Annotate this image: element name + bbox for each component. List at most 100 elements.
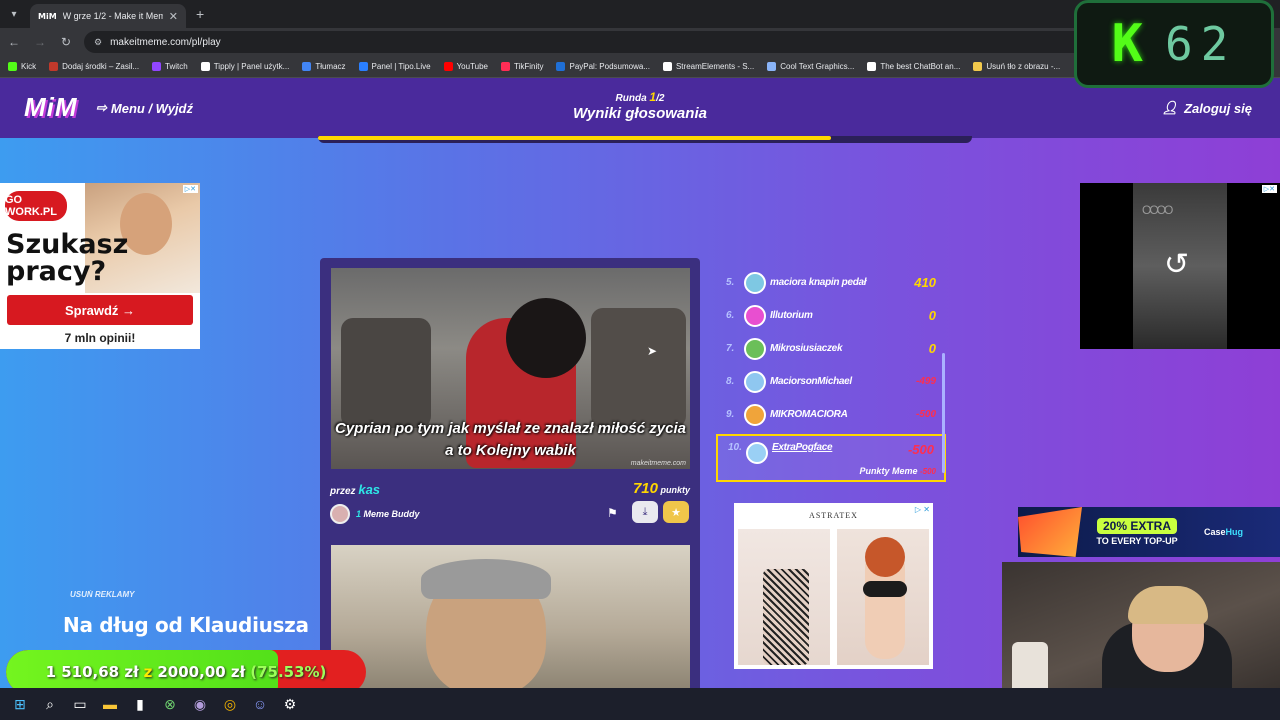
bookmark-label: Panel | Tipo.Live (371, 62, 431, 71)
ad-product-image (837, 529, 929, 665)
avatar (744, 304, 766, 327)
round-prefix: Runda (615, 93, 647, 104)
file-explorer-icon[interactable]: ▬ (100, 694, 120, 714)
donation-goal-title: Na dług od Klaudiusza (63, 613, 309, 637)
discord-icon[interactable]: ☺ (250, 694, 270, 714)
round-progress-fill (318, 136, 832, 140)
site-logo[interactable]: MiM (24, 92, 78, 123)
ad-headline-line1: Szukasz (6, 229, 129, 260)
tab-favicon-icon: MiM (38, 11, 57, 21)
bookmark-item[interactable]: Panel | Tipo.Live (358, 62, 431, 71)
meme-scene-seat (591, 308, 686, 428)
leaderboard-player-name[interactable]: Mikrosiusiaczek (770, 343, 890, 354)
meme-buddy-count: 1 (356, 509, 362, 519)
bookmark-item[interactable]: TikFinity (501, 62, 543, 71)
tab-close-icon[interactable]: ✕ (169, 10, 178, 23)
replay-icon[interactable]: ↺ (1164, 247, 1189, 282)
round-total: /2 (656, 93, 665, 104)
leaderboard-rank: 8. (726, 376, 735, 387)
leaderboard-player-name[interactable]: ExtraPogface (772, 442, 888, 453)
menu-exit-button[interactable]: ⇨ Menu / Wyjdź (96, 100, 193, 116)
leaderboard-player-name[interactable]: MaciorsonMichael (770, 376, 890, 387)
bookmark-favicon-icon (152, 62, 162, 71)
download-button[interactable]: ⤓ (632, 501, 658, 523)
leaderboard-row: 5. maciora knapin pedał 410 (716, 266, 946, 299)
bookmark-favicon-icon (501, 62, 510, 71)
leaderboard-player-name[interactable]: MIKROMACIORA (770, 409, 890, 420)
meme-image: Cyprian po tym jak myślał ze znalazł mił… (331, 268, 690, 469)
leaderboard: 5. maciora knapin pedał 410 6. Illutorium 0 7.… (716, 266, 946, 482)
windows-start-icon[interactable]: ⊞ (10, 694, 30, 714)
round-info: Runda 1/2 Wyniki głosowania (540, 90, 740, 122)
by-label: przez (330, 486, 356, 497)
login-button[interactable]: 👤︎ Zaloguj się (1162, 100, 1252, 116)
meme-author[interactable]: kas (358, 482, 380, 497)
exit-icon: ⇨ (96, 100, 107, 115)
url-input[interactable]: ⚙ makeitmeme.com/pl/play (84, 31, 1144, 53)
bookmark-item[interactable]: Kick (8, 62, 36, 71)
ad-astratex[interactable]: ASTRATEX ▷ ✕ (734, 503, 933, 669)
bookmark-item[interactable]: PayPal: Podsumowa... (556, 62, 650, 71)
tab-title: W grze 1/2 - Make it Meme (62, 11, 163, 21)
reload-icon[interactable]: ↻ (58, 35, 74, 49)
ad-right[interactable]: OOOO ↺ ▷✕ (1080, 183, 1280, 349)
leaderboard-rank: 9. (726, 409, 735, 420)
remove-ads-link[interactable]: USUŃ REKLAMY (70, 590, 134, 599)
leaderboard-scrollbar[interactable] (942, 353, 945, 473)
bookmark-item[interactable]: StreamElements - S... (662, 62, 754, 71)
meme-buddy-text: Meme Buddy (363, 509, 420, 519)
adchoices-icon[interactable]: ▷✕ (182, 185, 198, 193)
leaderboard-player-name[interactable]: maciora knapin pedał (770, 277, 890, 288)
kick-follower-counter: K 62 (1074, 0, 1274, 88)
search-icon[interactable]: ⌕ (40, 694, 60, 714)
bookmark-item[interactable]: Tłumacz (302, 62, 346, 71)
notes-icon[interactable]: ▮ (130, 694, 150, 714)
bookmark-favicon-icon (767, 62, 777, 71)
meme-points-value: -500 (919, 467, 936, 476)
bookmark-item[interactable]: Cool Text Graphics... (767, 62, 854, 71)
star-icon: ★ (671, 506, 681, 519)
task-view-icon[interactable]: ▭ (70, 694, 90, 714)
promo-text: 20% EXTRA TO EVERY TOP-UP (1082, 518, 1192, 546)
adchoices-icon[interactable]: ▷✕ (1261, 185, 1277, 193)
ad-car-logo: OOOO (1142, 203, 1173, 217)
bookmark-label: Twitch (165, 62, 188, 71)
leaderboard-row: 8. MaciorsonMichael -499 (716, 365, 946, 398)
bookmark-item[interactable]: Dodaj środki – Zasil... (49, 62, 139, 71)
promo-banner: 20% EXTRA TO EVERY TOP-UP CaseHug (1018, 507, 1280, 557)
tab-search-icon[interactable]: ▾ (0, 0, 28, 28)
mouse-cursor-icon: ➤ (647, 344, 658, 358)
bookmark-item[interactable]: Twitch (152, 62, 188, 71)
bookmark-label: Dodaj środki – Zasil... (62, 62, 140, 71)
chrome-icon[interactable]: ◎ (220, 694, 240, 714)
new-tab-icon[interactable]: + (196, 6, 204, 22)
ad-cta-button[interactable]: Sprawdź → (7, 295, 193, 325)
bookmark-favicon-icon (973, 62, 983, 71)
leaderboard-rank: 10. (728, 442, 742, 453)
bookmark-item[interactable]: YouTube (443, 62, 488, 71)
leaderboard-rank: 7. (726, 343, 735, 354)
bookmark-item[interactable]: The best ChatBot an... (867, 62, 960, 71)
leaderboard-score: 410 (914, 275, 936, 290)
xbox-icon[interactable]: ⊗ (160, 694, 180, 714)
bookmark-label: PayPal: Podsumowa... (569, 62, 650, 71)
browser-tab[interactable]: MiM W grze 1/2 - Make it Meme ✕ (30, 4, 186, 28)
bookmark-label: Tłumacz (315, 62, 346, 71)
leaderboard-player-name[interactable]: Illutorium (770, 310, 890, 321)
promo-sub: TO EVERY TOP-UP (1096, 536, 1178, 546)
bookmark-item[interactable]: Tipply | Panel użytk... (200, 62, 289, 71)
ad-left[interactable]: GO WORK.PL Szukasz pracy? Sprawdź → 7 ml… (0, 183, 200, 349)
settings-icon[interactable]: ⚙ (280, 694, 300, 714)
obs-icon[interactable]: ◉ (190, 694, 210, 714)
report-flag-icon[interactable]: ⚑ (607, 506, 618, 520)
meme-buddy: 1 Meme Buddy (330, 504, 420, 524)
bookmark-item[interactable]: Usuń tło z obrazu -... (973, 62, 1060, 71)
site-info-icon[interactable]: ⚙ (94, 37, 102, 48)
avatar (330, 504, 350, 524)
favorite-button[interactable]: ★ (663, 501, 689, 523)
avatar (744, 337, 766, 360)
promo-pill: 20% EXTRA (1096, 518, 1178, 534)
back-icon[interactable]: ← (6, 35, 22, 49)
forward-icon[interactable]: → (32, 35, 48, 49)
adchoices-icon[interactable]: ▷ ✕ (915, 505, 930, 514)
